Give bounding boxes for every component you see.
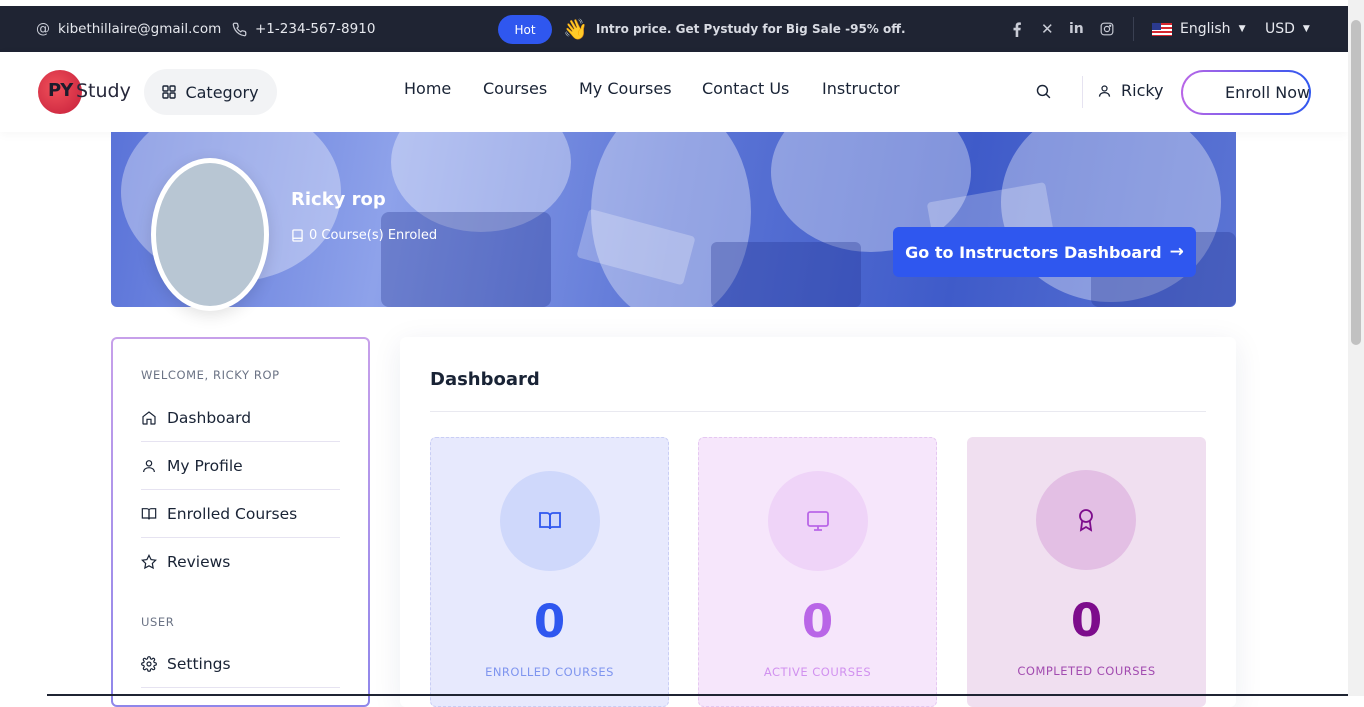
stat-label: ENROLLED COURSES: [485, 665, 614, 679]
enrolled-count: 0 Course(s) Enroled: [292, 228, 437, 243]
top-bar: @ kibethillaire@gmail.com +1-234-567-891…: [0, 6, 1348, 52]
profile-name: Ricky rop: [291, 189, 386, 210]
gear-icon: [141, 655, 157, 672]
chevron-down-icon: ▼: [1238, 24, 1246, 34]
x-icon: ✕: [1041, 20, 1054, 38]
sidebar-section-user: USER: [141, 615, 175, 629]
us-flag-icon: [1152, 22, 1172, 36]
stat-value: 0: [533, 595, 566, 648]
language-label: English: [1180, 21, 1231, 37]
dashboard-card: Dashboard 0 ENROLLED COURSES 0 ACTIVE CO…: [400, 337, 1236, 707]
sidebar-item-dashboard[interactable]: Dashboard: [141, 394, 340, 442]
nav-instructor[interactable]: Instructor: [822, 79, 900, 98]
sidebar-item-reviews[interactable]: Reviews: [141, 538, 340, 586]
nav-my-courses[interactable]: My Courses: [579, 79, 672, 98]
profile-banner: [111, 132, 1236, 307]
search-icon[interactable]: [1035, 83, 1052, 100]
nav-home[interactable]: Home: [404, 79, 451, 98]
category-label: Category: [185, 82, 259, 102]
facebook-icon: [1013, 21, 1021, 37]
instagram-icon: [1100, 22, 1114, 36]
currency-label: USD: [1265, 21, 1295, 37]
stat-value: 0: [1070, 594, 1103, 647]
book-icon: [292, 229, 303, 242]
award-icon: [1079, 509, 1093, 532]
sidebar: WELCOME, RICKY ROP Dashboard My Profile …: [111, 337, 370, 707]
main-header: PY Study Category Home Courses My Course…: [0, 52, 1348, 132]
grid-icon: [162, 85, 177, 99]
user-name: Ricky: [1121, 81, 1164, 100]
monitor-icon: [807, 511, 829, 531]
sidebar-item-label: Reviews: [167, 553, 231, 571]
instructor-dashboard-label: Go to Instructors Dashboard: [905, 242, 1162, 262]
logo-py-text: PY: [48, 80, 73, 101]
nav-courses[interactable]: Courses: [483, 79, 547, 98]
divider: [1133, 17, 1134, 41]
promo-banner[interactable]: 👋 Intro price. Get Pystudy for Big Sale …: [563, 6, 906, 52]
phone-icon: [232, 22, 247, 36]
divider: [430, 411, 1206, 412]
stat-label: ACTIVE COURSES: [763, 665, 872, 679]
user-icon: [1098, 84, 1111, 97]
divider: [1082, 76, 1083, 108]
banner-background-image: [121, 132, 1236, 307]
instructor-dashboard-button[interactable]: Go to Instructors Dashboard →: [893, 227, 1196, 277]
sidebar-item-label: Dashboard: [167, 408, 252, 427]
logo-study-text: Study: [76, 80, 131, 102]
email-text: kibethillaire@gmail.com: [58, 21, 222, 37]
stat-enrolled-courses: 0 ENROLLED COURSES: [430, 437, 669, 707]
stat-icon-circle: [768, 471, 868, 571]
sidebar-item-settings[interactable]: Settings: [141, 640, 340, 688]
sidebar-item-label: My Profile: [167, 456, 243, 475]
sidebar-item-label: Settings: [167, 654, 231, 673]
book-open-icon: [539, 512, 561, 530]
star-icon: [141, 554, 157, 570]
enroll-now-button[interactable]: Enroll Now: [1181, 70, 1311, 115]
enrolled-count-text: 0 Course(s) Enroled: [309, 228, 438, 243]
facebook-link[interactable]: [1012, 6, 1022, 52]
instagram-link[interactable]: [1100, 6, 1114, 52]
at-icon: @: [36, 21, 50, 37]
chevron-down-icon: ▼: [1302, 24, 1310, 34]
sidebar-item-my-profile[interactable]: My Profile: [141, 442, 340, 490]
sidebar-item-label: Enrolled Courses: [167, 504, 298, 523]
dashboard-title: Dashboard: [430, 369, 540, 390]
user-menu[interactable]: Ricky: [1097, 81, 1164, 100]
scrollbar-thumb[interactable]: [1351, 20, 1361, 345]
site-logo[interactable]: PY Study: [38, 70, 138, 115]
stat-icon-circle: [500, 471, 600, 571]
linkedin-icon: in: [1069, 21, 1084, 37]
language-dropdown[interactable]: English ▼: [1152, 6, 1245, 52]
stat-completed-courses: 0 COMPLETED COURSES: [967, 437, 1206, 707]
sidebar-welcome: WELCOME, RICKY ROP: [141, 368, 280, 382]
stat-active-courses: 0 ACTIVE COURSES: [698, 437, 937, 707]
phone-text: +1-234-567-8910: [255, 21, 376, 37]
linkedin-link[interactable]: in: [1069, 6, 1084, 52]
avatar[interactable]: [151, 158, 269, 311]
nav-contact-us[interactable]: Contact Us: [702, 79, 789, 98]
phone-contact[interactable]: +1-234-567-8910: [232, 6, 375, 52]
currency-dropdown[interactable]: USD ▼: [1265, 6, 1310, 52]
x-link[interactable]: ✕: [1041, 6, 1054, 52]
promo-text: Intro price. Get Pystudy for Big Sale -9…: [595, 22, 906, 36]
home-icon: [142, 410, 156, 425]
stat-value: 0: [801, 595, 834, 648]
waving-hand-icon: 👋: [563, 17, 588, 41]
book-open-icon: [141, 507, 157, 519]
sidebar-item-enrolled-courses[interactable]: Enrolled Courses: [141, 490, 340, 538]
category-button[interactable]: Category: [144, 69, 277, 115]
stat-icon-circle: [1036, 470, 1136, 570]
hot-badge: Hot: [498, 15, 552, 44]
user-icon: [143, 459, 155, 472]
email-contact[interactable]: @ kibethillaire@gmail.com: [36, 6, 221, 52]
arrow-right-icon: →: [1169, 242, 1184, 262]
stat-label: COMPLETED COURSES: [1017, 664, 1156, 678]
